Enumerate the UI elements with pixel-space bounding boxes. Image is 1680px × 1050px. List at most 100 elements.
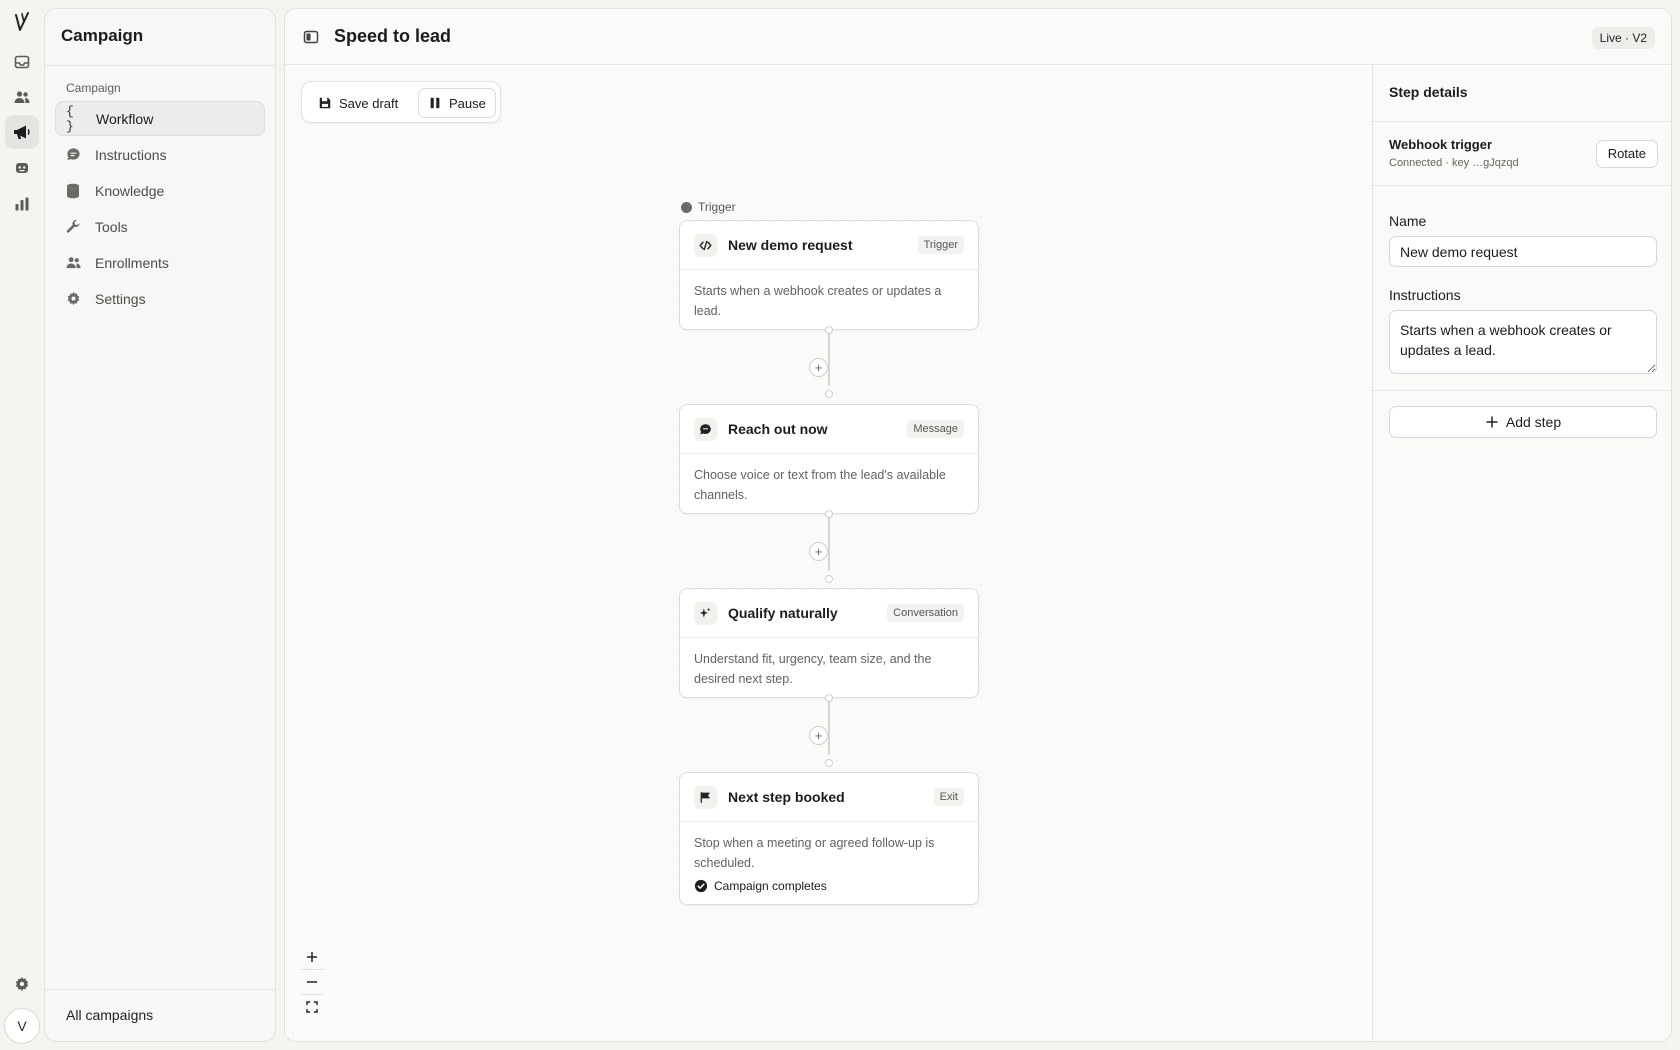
workflow-node-trigger[interactable]: New demo request Trigger Starts when a w… bbox=[679, 220, 979, 330]
node-title: Qualify naturally bbox=[728, 605, 838, 621]
zoom-controls bbox=[301, 945, 323, 1019]
node-type-badge: Trigger bbox=[917, 236, 964, 254]
rail-inbox-button[interactable] bbox=[5, 45, 39, 79]
add-step-plus-button[interactable]: + bbox=[809, 358, 828, 377]
node-header: Next step booked Exit bbox=[680, 773, 978, 822]
sidebar-toggle-icon[interactable] bbox=[303, 29, 319, 45]
node-body: Stop when a meeting or agreed follow-up … bbox=[680, 822, 978, 896]
zoom-in-button[interactable] bbox=[301, 945, 323, 969]
check-circle-icon bbox=[694, 879, 708, 893]
sidebar-item-label: Tools bbox=[95, 218, 128, 235]
sidebar-footer-divider bbox=[45, 989, 275, 990]
sidebar-item-settings[interactable]: Settings bbox=[55, 281, 265, 316]
main-panel: Speed to lead Live · V2 Save draft Pause… bbox=[284, 8, 1672, 1042]
sidebar-item-label: Settings bbox=[95, 290, 146, 307]
icon-rail: V bbox=[0, 0, 44, 1050]
plus-icon bbox=[1485, 415, 1499, 429]
flag-icon bbox=[694, 786, 717, 809]
save-icon bbox=[318, 96, 332, 110]
minus-icon bbox=[306, 976, 318, 988]
output-port[interactable] bbox=[825, 694, 833, 702]
node-type-badge: Message bbox=[907, 420, 964, 438]
workflow-canvas[interactable]: Save draft Pause Trigger + + + New demo … bbox=[285, 65, 1372, 1041]
node-description: Choose voice or text from the lead's ava… bbox=[694, 468, 946, 502]
pause-button[interactable]: Pause bbox=[418, 88, 496, 118]
user-avatar[interactable]: V bbox=[4, 1008, 40, 1044]
rotate-key-button[interactable]: Rotate bbox=[1595, 140, 1658, 168]
add-step-plus-button[interactable]: + bbox=[809, 726, 828, 745]
rail-analytics-button[interactable] bbox=[5, 187, 39, 221]
node-header: New demo request Trigger bbox=[680, 221, 978, 270]
sidebar-item-label: Workflow bbox=[96, 110, 154, 127]
save-draft-label: Save draft bbox=[339, 95, 399, 111]
step-details-panel: Step details Webhook trigger Connected ·… bbox=[1372, 65, 1671, 1041]
sidebar-item-label: Enrollments bbox=[95, 254, 169, 271]
inbox-icon bbox=[14, 54, 30, 70]
workflow-node-message[interactable]: Reach out now Message Choose voice or te… bbox=[679, 404, 979, 514]
sidebar-item-workflow[interactable]: { } Workflow bbox=[55, 101, 265, 136]
node-title: Next step booked bbox=[728, 789, 845, 805]
output-port[interactable] bbox=[825, 326, 833, 334]
input-port[interactable] bbox=[825, 759, 833, 767]
panel-divider bbox=[1373, 185, 1671, 186]
add-step-label: Add step bbox=[1505, 414, 1562, 430]
panel-divider bbox=[1373, 390, 1671, 391]
users-icon bbox=[65, 255, 81, 271]
step-details-heading: Step details bbox=[1389, 84, 1468, 100]
sidebar-item-enrollments[interactable]: Enrollments bbox=[55, 245, 265, 280]
workflow-node-conversation[interactable]: Qualify naturally Conversation Understan… bbox=[679, 588, 979, 698]
pause-label: Pause bbox=[449, 95, 486, 111]
completion-label: Campaign completes bbox=[714, 879, 827, 893]
save-draft-button[interactable]: Save draft bbox=[309, 88, 408, 118]
step-instructions-textarea[interactable]: Starts when a webhook creates or updates… bbox=[1389, 310, 1657, 374]
app-logo[interactable] bbox=[12, 10, 32, 34]
rail-settings-button[interactable] bbox=[5, 967, 39, 1001]
workflow-node-exit[interactable]: Next step booked Exit Stop when a meetin… bbox=[679, 772, 979, 905]
all-campaigns-link[interactable]: All campaigns bbox=[66, 1007, 153, 1023]
sidebar-item-label: Knowledge bbox=[95, 182, 165, 199]
instructions-label: Instructions bbox=[1389, 287, 1461, 303]
gear-icon bbox=[14, 976, 30, 992]
rail-agents-button[interactable] bbox=[5, 151, 39, 185]
output-port[interactable] bbox=[825, 510, 833, 518]
name-label: Name bbox=[1389, 213, 1427, 229]
sidebar-item-label: Instructions bbox=[95, 146, 167, 163]
webhook-title: Webhook trigger bbox=[1389, 137, 1493, 152]
rail-campaigns-button[interactable] bbox=[5, 115, 39, 149]
input-port[interactable] bbox=[825, 390, 833, 398]
bot-icon bbox=[14, 160, 30, 176]
sidebar-item-tools[interactable]: Tools bbox=[55, 209, 265, 244]
completion-indicator: Campaign completes bbox=[694, 876, 964, 896]
braces-icon: { } bbox=[66, 103, 74, 134]
zoom-out-button[interactable] bbox=[301, 970, 323, 994]
fit-view-button[interactable] bbox=[301, 995, 323, 1019]
node-description: Starts when a webhook creates or updates… bbox=[694, 284, 942, 318]
node-header: Qualify naturally Conversation bbox=[680, 589, 978, 638]
sparkles-icon bbox=[694, 602, 717, 625]
sidebar-title: Campaign bbox=[61, 26, 144, 45]
step-name-input[interactable] bbox=[1389, 236, 1657, 267]
sidebar-divider bbox=[45, 65, 275, 66]
users-icon bbox=[14, 89, 30, 105]
node-title: Reach out now bbox=[728, 421, 828, 437]
node-type-badge: Exit bbox=[933, 788, 964, 806]
rail-contacts-button[interactable] bbox=[5, 80, 39, 114]
chart-icon bbox=[14, 196, 30, 212]
pause-icon bbox=[428, 96, 442, 110]
node-title: New demo request bbox=[728, 237, 853, 253]
add-step-plus-button[interactable]: + bbox=[809, 542, 828, 561]
status-badge: Live · V2 bbox=[1591, 27, 1655, 49]
gear-icon bbox=[65, 291, 81, 307]
plus-icon bbox=[306, 951, 318, 963]
node-type-badge: Conversation bbox=[887, 604, 964, 622]
add-step-button[interactable]: Add step bbox=[1389, 406, 1657, 438]
chat-icon bbox=[65, 147, 81, 163]
input-port[interactable] bbox=[825, 575, 833, 583]
sidebar-item-knowledge[interactable]: Knowledge bbox=[55, 173, 265, 208]
sidebar-item-instructions[interactable]: Instructions bbox=[55, 137, 265, 172]
trigger-dot-icon bbox=[681, 201, 692, 213]
node-description: Understand fit, urgency, team size, and … bbox=[694, 652, 932, 686]
page-title: Speed to lead bbox=[334, 26, 452, 46]
chat-icon bbox=[694, 418, 717, 441]
fit-screen-icon bbox=[306, 1001, 318, 1013]
